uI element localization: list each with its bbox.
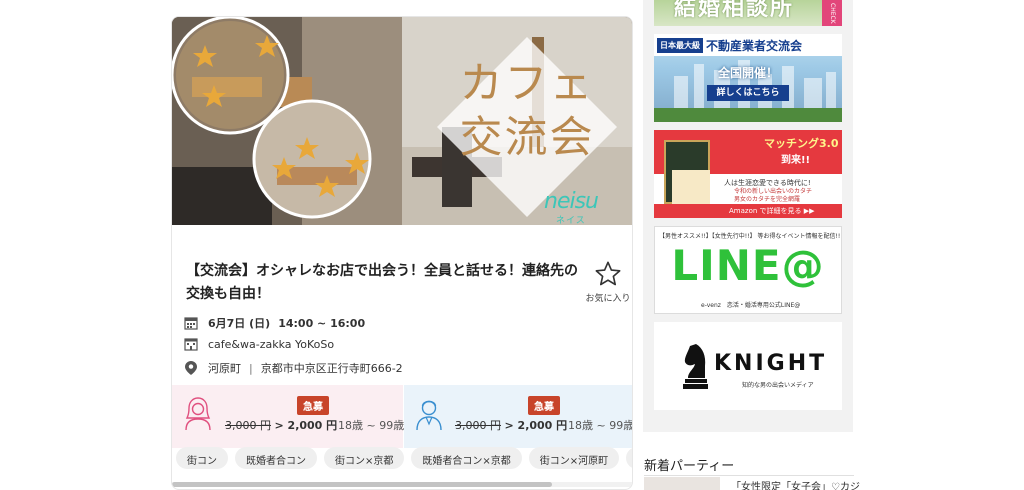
knight-tagline: 知的な男の出会いメディア	[742, 382, 814, 389]
banner-subtitle: 全国開催！	[717, 66, 778, 80]
male-price-box: 急募 3,000 円 > 2,000 円 18歳 ~ 99歳	[404, 385, 633, 448]
tag-chip[interactable]: 既婚者合コン	[235, 447, 317, 469]
male-urgent-badge: 急募	[528, 396, 560, 415]
event-address: 京都市中京区正行寺町666-2	[260, 362, 403, 375]
neisu-logo-sub: ネイス	[556, 216, 586, 225]
banner-title: 不動産業者交流会	[706, 39, 803, 53]
female-urgent-badge: 急募	[297, 396, 329, 415]
event-address-row: 河原町 | 京都市中京区正行寺町666-2	[184, 360, 403, 376]
map-pin-icon	[184, 361, 198, 375]
price-section: 急募 3,000 円 > 2,000 円 18歳 ~ 99歳 急募 3,000 …	[172, 385, 633, 448]
banner-headline-2: 到来!!	[781, 155, 811, 166]
knight-logo: KNIGHT	[714, 351, 828, 376]
banner-line-2: 令和の新しい出会いのカタチ 男女のカタチを完全網羅	[734, 188, 812, 204]
tag-chip[interactable]: 街コン	[176, 447, 228, 469]
tag-chip[interactable]: 街コン×河原町	[528, 447, 620, 469]
banner-knight[interactable]: KNIGHT 知的な男の出会いメディア	[654, 322, 842, 410]
banner-check-label: CHECK	[822, 0, 842, 26]
tag-chip[interactable]: 既	[626, 447, 632, 469]
event-date: 6月7日 (日)	[208, 317, 271, 330]
event-card[interactable]: カフェ交流会 neisu ネイス 【交流会】オシャレなお店で出会う！全員と話せる…	[171, 16, 633, 490]
female-icon	[185, 397, 211, 431]
news-thumbnail[interactable]	[644, 477, 720, 490]
event-area: 河原町	[208, 362, 241, 375]
event-time: 14:00 ~ 16:00	[278, 316, 366, 330]
tag-chip[interactable]: 街コン×京都	[324, 447, 405, 469]
amazon-link[interactable]: Amazon で詳細を見る ▶▶	[654, 204, 842, 218]
female-price: 3,000 円 > 2,000 円	[225, 417, 337, 433]
favorite-label: お気に入り	[585, 294, 631, 304]
male-old-price: 3,000 円	[455, 419, 501, 432]
tag-scrollbar-thumb[interactable]	[172, 482, 552, 487]
event-title[interactable]: 【交流会】オシャレなお店で出会う！全員と話せる！連絡先の交換も自由！	[186, 260, 586, 306]
banner-bottom-text: e-venz 恋活・婚活専用公式LINE@	[701, 302, 801, 309]
banner-headline: マッチング3.0	[764, 137, 839, 150]
banner-details-button[interactable]: 詳しくはこちら	[707, 85, 789, 101]
female-age-range: 18歳 ~ 99歳	[338, 419, 405, 432]
banner-matching-book[interactable]: マッチング3.0 到来!! 人は生涯恋愛できる時代に! 令和の新しい出会いのカタ…	[654, 130, 842, 218]
tag-chip[interactable]: 既婚者合コン×京都	[411, 447, 522, 469]
male-price: 3,000 円 > 2,000 円	[455, 417, 567, 433]
building-icon	[184, 337, 198, 351]
star-icon	[595, 261, 621, 286]
divider	[644, 475, 854, 476]
banner-marriage-agency[interactable]: 結婚相談所 CHECK	[654, 0, 842, 26]
event-venue[interactable]: cafe&wa-zakka YoKoSo	[208, 338, 334, 351]
sidebar: 結婚相談所 CHECK 日本最大級 不動産業者交流会 全国開催！ 詳しくはこちら…	[643, 0, 853, 432]
new-parties-heading: 新着パーティー	[644, 459, 735, 474]
event-venue-row: cafe&wa-zakka YoKoSo	[184, 337, 334, 351]
banner-trees	[654, 108, 842, 122]
chess-knight-icon	[683, 344, 708, 389]
event-hero-image[interactable]: カフェ交流会 neisu ネイス	[172, 17, 632, 225]
event-datetime-row: 6月7日 (日) 14:00 ~ 16:00	[184, 315, 365, 331]
female-new-price: > 2,000 円	[274, 419, 338, 432]
calendar-icon	[184, 316, 198, 330]
news-title-link[interactable]: 「女性限定「女子会」♡カジ	[731, 478, 860, 490]
tag-scrollbar[interactable]	[172, 482, 632, 487]
female-price-box: 急募 3,000 円 > 2,000 円 18歳 ~ 99歳	[172, 385, 405, 448]
tag-list: 街コン 既婚者合コン 街コン×京都 既婚者合コン×京都 街コン×河原町 既	[176, 447, 632, 473]
banner-top-text: 【男性オススメ!!】【女性先行中!!】 等お得なイベント情報を配信!!	[659, 233, 841, 240]
separator: |	[249, 361, 253, 375]
male-age-range: 18歳 ~ 99歳	[568, 419, 633, 432]
banner-title: 結婚相談所	[674, 0, 795, 21]
banner-line-2b: 男女のカタチを完全網羅	[734, 196, 801, 203]
neisu-logo: neisu	[544, 189, 599, 214]
banner-real-estate-meetup[interactable]: 日本最大級 不動産業者交流会 全国開催！ 詳しくはこちら	[654, 34, 842, 122]
banner-tag: 日本最大級	[657, 38, 703, 53]
banner-line-1: 人は生涯恋愛できる時代に!	[724, 179, 811, 187]
banner-line-official[interactable]: 【男性オススメ!!】【女性先行中!!】 等お得なイベント情報を配信!! LINE…	[654, 226, 842, 314]
male-new-price: > 2,000 円	[504, 419, 568, 432]
favorite-button[interactable]: お気に入り	[584, 260, 632, 304]
female-old-price: 3,000 円	[225, 419, 271, 432]
banner-line-2a: 令和の新しい出会いのカタチ	[734, 188, 813, 195]
line-logo: LINE@	[671, 241, 825, 290]
hero-title: カフェ交流会	[459, 59, 595, 163]
male-icon	[416, 400, 442, 431]
